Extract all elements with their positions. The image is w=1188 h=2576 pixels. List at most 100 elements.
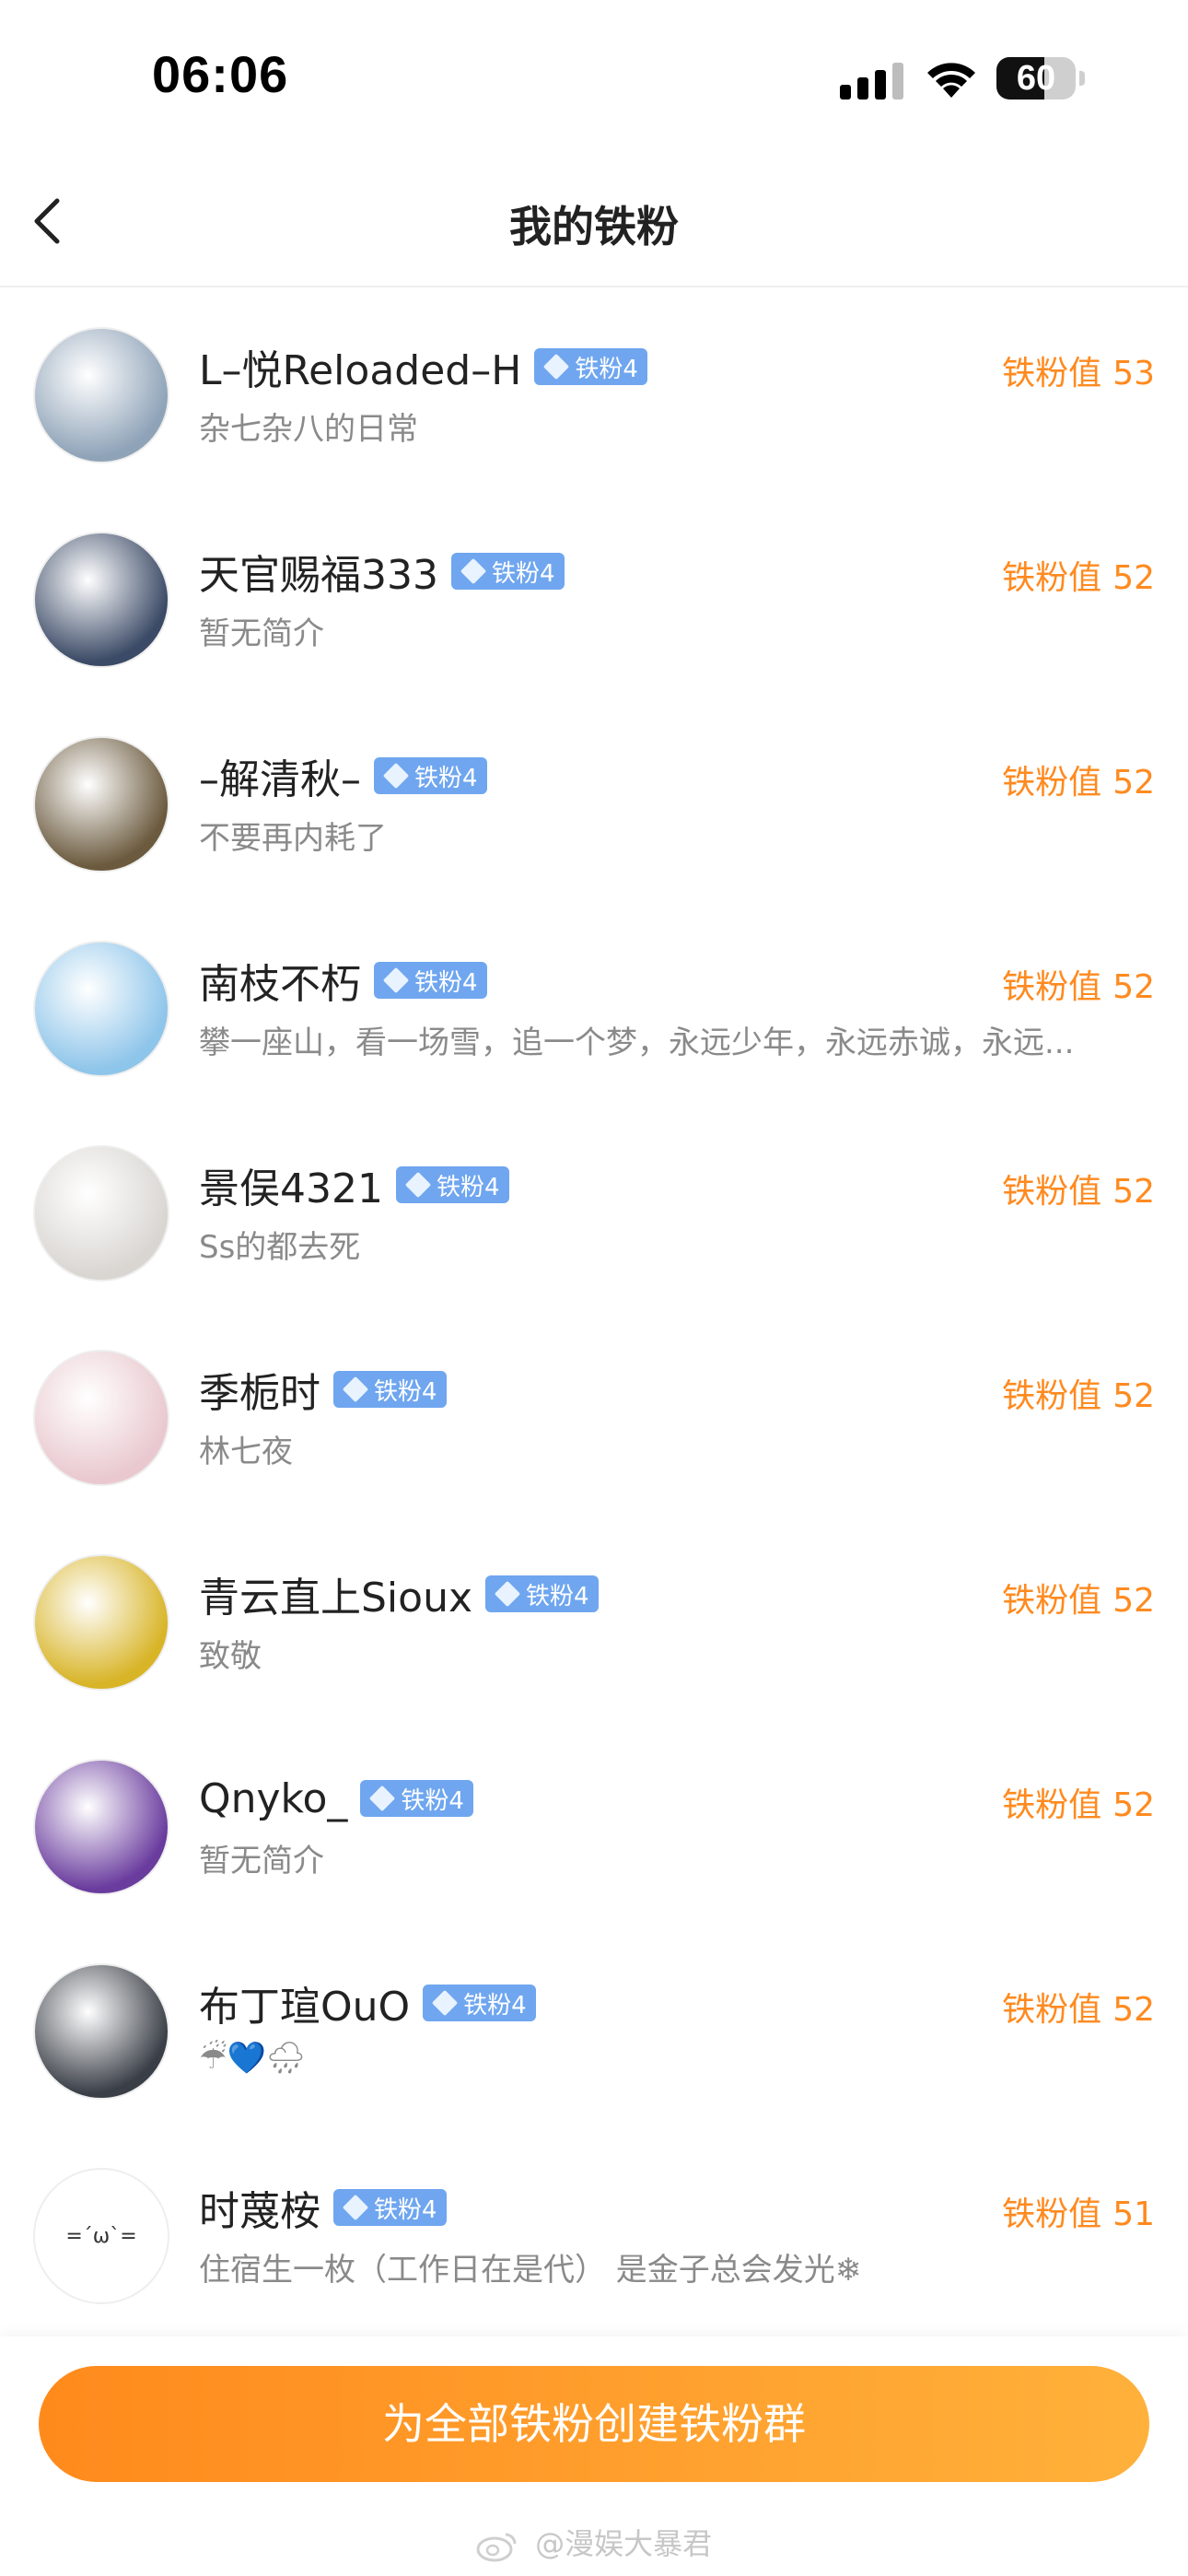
badge-label: 铁粉4 bbox=[414, 764, 478, 792]
badge-label: 铁粉4 bbox=[401, 1786, 464, 1815]
score-value: 52 bbox=[1112, 1582, 1155, 1620]
fan-score: 铁粉值 52 bbox=[1002, 1574, 1155, 1622]
fan-row[interactable]: 景俣4321 铁粉4 Ss的都去死 铁粉值 52 bbox=[0, 1113, 1188, 1317]
fan-list: L–悦Reloaded–H 铁粉4 杂七杂八的日常 铁粉值 53 天官赐福333 铁粉4 暂无… bbox=[0, 295, 1188, 2340]
fan-row[interactable]: L–悦Reloaded–H 铁粉4 杂七杂八的日常 铁粉值 53 bbox=[0, 295, 1188, 499]
fan-bio: 暂无简介 bbox=[199, 615, 324, 652]
badge-label: 铁粉4 bbox=[526, 1582, 589, 1610]
badge-label: 铁粉4 bbox=[575, 355, 638, 383]
bottom-bar: 为全部铁粉创建铁粉群 @漫娱大暴君 bbox=[0, 2336, 1188, 2576]
badge-label: 铁粉4 bbox=[491, 559, 555, 588]
score-label: 铁粉值 bbox=[1002, 764, 1102, 802]
status-time: 06:06 bbox=[152, 45, 289, 103]
score-label: 铁粉值 bbox=[1002, 355, 1102, 392]
page-title: 我的铁粉 bbox=[509, 202, 679, 252]
status-bar: 06:06 60 bbox=[0, 0, 1188, 157]
fan-level-badge: 铁粉4 bbox=[360, 1780, 473, 1817]
fan-bio: 杂七杂八的日常 bbox=[199, 411, 418, 448]
score-label: 铁粉值 bbox=[1002, 968, 1102, 1006]
fan-score: 铁粉值 52 bbox=[1002, 1369, 1155, 1417]
fan-name[interactable]: 时蔑桉 bbox=[199, 2178, 320, 2237]
weibo-logo-icon bbox=[476, 2533, 517, 2562]
score-label: 铁粉值 bbox=[1002, 1377, 1102, 1415]
avatar[interactable] bbox=[33, 1759, 169, 1895]
score-label: 铁粉值 bbox=[1002, 2195, 1102, 2233]
fan-name[interactable]: 天官赐福333 bbox=[199, 542, 438, 601]
avatar[interactable] bbox=[33, 941, 169, 1077]
name-line: 季栀时 铁粉4 bbox=[199, 1364, 447, 1417]
fan-name[interactable]: Qnyko_ bbox=[199, 1775, 347, 1822]
fan-score: 铁粉值 52 bbox=[1002, 1778, 1155, 1826]
avatar[interactable] bbox=[33, 1350, 169, 1486]
fan-name[interactable]: –解清秋– bbox=[199, 746, 361, 805]
watermark-text: @漫娱大暴君 bbox=[535, 2526, 713, 2561]
fan-name[interactable]: 季栀时 bbox=[199, 1360, 320, 1419]
fan-level-badge: 铁粉4 bbox=[450, 553, 565, 590]
fan-row[interactable]: =´ω`= 时蔑桉 铁粉4 住宿生一枚（工作日在是代） 是金子总会发光❄ 铁粉值 51 bbox=[0, 2136, 1188, 2340]
avatar[interactable] bbox=[33, 532, 169, 668]
fan-level-badge: 铁粉4 bbox=[485, 1575, 599, 1612]
fan-row[interactable]: 布丁瑄OuO 铁粉4 ☔💙🌧 铁粉值 52 bbox=[0, 1931, 1188, 2136]
fan-bio: 不要再内耗了 bbox=[199, 820, 387, 857]
fan-row[interactable]: –解清秋– 铁粉4 不要再内耗了 铁粉值 52 bbox=[0, 704, 1188, 908]
fan-score: 铁粉值 53 bbox=[1002, 346, 1155, 394]
fan-row[interactable]: 季栀时 铁粉4 林七夜 铁粉值 52 bbox=[0, 1317, 1188, 1522]
screen: 06:06 60 我的铁粉 L–悦Reloaded–H 铁粉4 杂七杂八的日常 铁粉值… bbox=[0, 0, 1188, 2576]
avatar[interactable]: =´ω`= bbox=[33, 2168, 169, 2304]
fan-bio: Ss的都去死 bbox=[199, 1229, 361, 1266]
score-value: 52 bbox=[1112, 764, 1155, 802]
nav-bar: 我的铁粉 bbox=[0, 157, 1188, 287]
fan-bio: ☔💙🌧 bbox=[199, 2040, 306, 2077]
name-line: Qnyko_ 铁粉4 bbox=[199, 1773, 473, 1824]
diamond-icon bbox=[494, 1580, 521, 1608]
score-value: 52 bbox=[1112, 968, 1155, 1006]
name-line: –解清秋– 铁粉4 bbox=[199, 750, 487, 803]
fan-level-badge: 铁粉4 bbox=[395, 1166, 509, 1203]
badge-label: 铁粉4 bbox=[436, 1173, 500, 1201]
cellular-signal-icon bbox=[840, 63, 903, 100]
name-line: 南枝不朽 铁粉4 bbox=[199, 954, 487, 1008]
avatar[interactable] bbox=[33, 1963, 169, 2100]
fan-row[interactable]: Qnyko_ 铁粉4 暂无简介 铁粉值 52 bbox=[0, 1727, 1188, 1931]
score-value: 53 bbox=[1112, 355, 1155, 392]
fan-level-badge: 铁粉4 bbox=[333, 2189, 447, 2226]
fan-name[interactable]: L–悦Reloaded–H bbox=[199, 337, 521, 396]
diamond-icon bbox=[342, 1376, 369, 1403]
watermark: @漫娱大暴君 bbox=[0, 2521, 1188, 2563]
score-label: 铁粉值 bbox=[1002, 559, 1102, 597]
fan-score: 铁粉值 52 bbox=[1002, 1983, 1155, 2031]
fan-name[interactable]: 青云直上Sioux bbox=[199, 1564, 472, 1623]
score-value: 52 bbox=[1112, 1786, 1155, 1824]
fan-score: 铁粉值 51 bbox=[1002, 2187, 1155, 2235]
fan-score: 铁粉值 52 bbox=[1002, 960, 1155, 1008]
avatar[interactable] bbox=[33, 1145, 169, 1282]
fan-row[interactable]: 南枝不朽 铁粉4 攀一座山，看一场雪，追一个梦，永远少年，永远赤诚，永远... 铁粉值… bbox=[0, 908, 1188, 1113]
badge-label: 铁粉4 bbox=[374, 2195, 437, 2224]
diamond-icon bbox=[404, 1171, 432, 1199]
fan-row[interactable]: 天官赐福333 铁粉4 暂无简介 铁粉值 52 bbox=[0, 499, 1188, 704]
diamond-icon bbox=[543, 353, 570, 381]
fan-level-badge: 铁粉4 bbox=[423, 1985, 536, 2021]
avatar[interactable] bbox=[33, 327, 169, 463]
create-fan-group-button[interactable]: 为全部铁粉创建铁粉群 bbox=[39, 2366, 1149, 2482]
fan-row[interactable]: 青云直上Sioux 铁粉4 致敬 铁粉值 52 bbox=[0, 1522, 1188, 1727]
fan-level-badge: 铁粉4 bbox=[374, 962, 487, 999]
fan-name[interactable]: 景俣4321 bbox=[199, 1155, 383, 1214]
diamond-icon bbox=[382, 966, 410, 994]
name-line: 景俣4321 铁粉4 bbox=[199, 1159, 509, 1212]
name-line: L–悦Reloaded–H 铁粉4 bbox=[199, 341, 647, 394]
fan-name[interactable]: 南枝不朽 bbox=[199, 951, 361, 1010]
avatar[interactable] bbox=[33, 1554, 169, 1691]
avatar[interactable] bbox=[33, 736, 169, 872]
fan-score: 铁粉值 52 bbox=[1002, 1165, 1155, 1212]
score-value: 52 bbox=[1112, 559, 1155, 597]
score-label: 铁粉值 bbox=[1002, 1786, 1102, 1824]
battery-level: 60 bbox=[1016, 59, 1056, 98]
fan-name[interactable]: 布丁瑄OuO bbox=[199, 1973, 410, 2032]
name-line: 时蔑桉 铁粉4 bbox=[199, 2182, 447, 2235]
diamond-icon bbox=[382, 762, 410, 790]
name-line: 青云直上Sioux 铁粉4 bbox=[199, 1568, 599, 1622]
score-value: 52 bbox=[1112, 1991, 1155, 2029]
fan-bio: 住宿生一枚（工作日在是代） 是金子总会发光❄ bbox=[199, 2252, 862, 2289]
score-value: 52 bbox=[1112, 1173, 1155, 1211]
